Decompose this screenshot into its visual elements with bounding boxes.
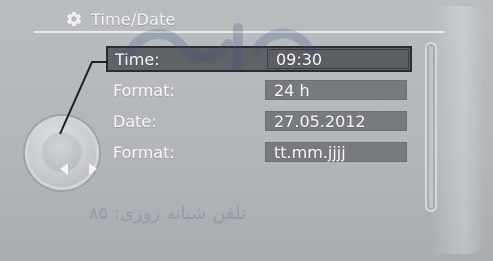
setting-row-time-format[interactable]: Format: 24 h	[106, 79, 412, 101]
watermark-logo	[123, 23, 315, 71]
setting-value-date[interactable]: 27.05.2012	[265, 111, 407, 131]
controller-knob[interactable]	[25, 116, 99, 190]
setting-value-time-format[interactable]: 24 h	[265, 80, 407, 100]
watermark-phone-text: تلفن شبانه روزی: ۸۵	[88, 203, 246, 224]
setting-row-date[interactable]: Date: 27.05.2012	[106, 110, 412, 132]
setting-label-date: Date:	[113, 111, 157, 131]
right-arrow-icon	[89, 163, 97, 175]
gear-icon	[65, 10, 83, 28]
scrollbar[interactable]	[425, 42, 437, 212]
controller-center	[41, 132, 97, 175]
setting-label-time-format: Format:	[113, 80, 175, 100]
right-panel-frame	[430, 6, 486, 254]
left-arrow-icon	[60, 163, 68, 175]
setting-label-date-format: Format:	[113, 142, 175, 162]
setting-value-date-format[interactable]: tt.mm.jjjj	[265, 142, 407, 162]
time-date-screen: Time/Date Time: 09:30 Format: 24 h Date:…	[0, 0, 493, 261]
setting-row-date-format[interactable]: Format: tt.mm.jjjj	[106, 141, 412, 163]
